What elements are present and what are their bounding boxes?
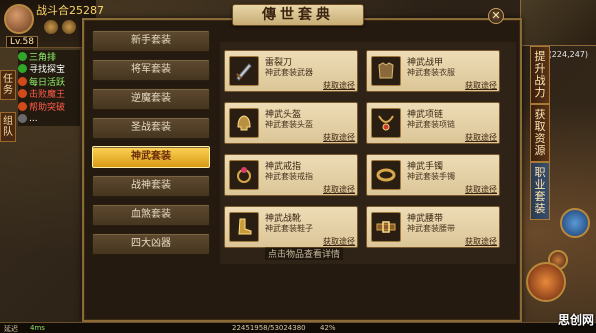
quest-status-icon xyxy=(18,101,27,111)
item-card[interactable]: 神武头盔 神武套装头盔 获取途径 xyxy=(224,102,358,144)
item-card[interactable]: 雷裂刀 神武套装武器 获取途径 xyxy=(224,50,358,92)
quest-item[interactable]: 帮助突破 xyxy=(18,100,80,113)
set-button[interactable]: 将军套装 xyxy=(92,59,210,81)
item-description: 神武套装鞋子 xyxy=(265,224,313,233)
quest-status-icon xyxy=(18,64,27,74)
quest-status-icon xyxy=(18,89,27,99)
item-grid: 雷裂刀 神武套装武器 获取途径 神武战甲 神武套装衣服 获取途径 神武头盔 神武套装头盔 获取途… xyxy=(220,42,516,264)
watermark-logo: 思创网 xyxy=(558,313,595,327)
acquire-link[interactable]: 获取途径 xyxy=(323,184,355,195)
quest-label: 每日活跃 xyxy=(29,77,66,88)
set-button[interactable]: 血煞套装 xyxy=(92,204,210,226)
quest-item[interactable]: 每日活跃 xyxy=(18,75,80,88)
quest-label: 寻找探宝 xyxy=(29,65,66,75)
quest-list: 三角排寻找探宝每日活跃击败魔王帮助突破... xyxy=(18,50,80,126)
player-name: 战斗合25287 xyxy=(36,4,104,17)
item-description: 神武套装头盔 xyxy=(265,120,313,129)
ping-value: 4ms xyxy=(30,324,45,332)
set-button[interactable]: 神武套装 xyxy=(92,146,210,168)
exp-text: 22451958/53024380 xyxy=(232,324,306,332)
quest-item[interactable]: 击败魔王 xyxy=(18,88,80,100)
quest-status-icon xyxy=(18,76,27,86)
item-card[interactable]: 神武手镯 神武套装手镯 获取途径 xyxy=(366,154,500,196)
item-description: 神武套装项链 xyxy=(407,120,455,129)
ping-label: 延迟 xyxy=(4,325,18,333)
right-tab[interactable]: 职业套装 xyxy=(530,162,550,220)
hint-text: 点击物品查看详情 xyxy=(265,247,344,260)
panel-title: 傳世套典 xyxy=(232,4,364,26)
minimap[interactable] xyxy=(520,0,596,46)
close-button[interactable]: ✕ xyxy=(488,8,504,24)
quest-label: 三角排 xyxy=(29,52,57,63)
bracelet-icon[interactable] xyxy=(371,160,401,190)
item-description: 神武套装戒指 xyxy=(265,172,313,181)
tab-team[interactable]: 组队 xyxy=(0,112,16,142)
item-card[interactable]: 神武项链 神武套装项链 获取途径 xyxy=(366,102,500,144)
necklace-icon[interactable] xyxy=(371,108,401,138)
item-description: 神武套装衣服 xyxy=(407,68,455,77)
set-button[interactable]: 逆魔套装 xyxy=(92,88,210,110)
sword-icon[interactable] xyxy=(229,56,259,86)
acquire-link[interactable]: 获取途径 xyxy=(465,184,497,195)
quest-item[interactable]: ... xyxy=(18,113,80,126)
acquire-link[interactable]: 获取途径 xyxy=(465,132,497,143)
item-card[interactable]: 神武战甲 神武套装衣服 获取途径 xyxy=(366,50,500,92)
player-avatar[interactable] xyxy=(4,4,34,34)
helmet-icon[interactable] xyxy=(229,108,259,138)
right-tab[interactable]: 获取资源 xyxy=(530,104,550,162)
vip-icon[interactable] xyxy=(62,20,76,34)
set-button[interactable]: 新手套装 xyxy=(92,30,210,52)
item-description: 神武套装手镯 xyxy=(407,172,455,181)
acquire-link[interactable]: 获取途径 xyxy=(465,236,497,247)
quest-item[interactable]: 寻找探宝 xyxy=(18,63,80,75)
right-tab[interactable]: 提升战力 xyxy=(530,46,550,104)
quest-label: 击败魔王 xyxy=(29,90,66,100)
quest-side-tabs: 任务 组队 xyxy=(0,50,16,142)
right-side-tabs: 提升战力 获取资源 职业套装 xyxy=(530,44,550,244)
set-button[interactable]: 战神套装 xyxy=(92,175,210,197)
set-button[interactable]: 四大凶器 xyxy=(92,233,210,255)
quest-status-icon xyxy=(18,114,27,124)
skill-button[interactable] xyxy=(560,208,590,238)
armor-icon[interactable] xyxy=(371,56,401,86)
ring-icon[interactable] xyxy=(229,160,259,190)
belt-icon[interactable] xyxy=(371,212,401,242)
quest-label: 帮助突破 xyxy=(29,102,66,113)
quest-label: ... xyxy=(29,113,38,124)
acquire-link[interactable]: 获取途径 xyxy=(323,132,355,143)
acquire-link[interactable]: 获取途径 xyxy=(323,80,355,91)
buff-icon[interactable] xyxy=(44,20,58,34)
boots-icon[interactable] xyxy=(229,212,259,242)
player-level: Lv.58 xyxy=(6,36,38,48)
tab-tasks[interactable]: 任务 xyxy=(0,70,16,100)
item-card[interactable]: 神武战靴 神武套装鞋子 获取途径 xyxy=(224,206,358,248)
quest-status-icon xyxy=(18,51,27,61)
item-card[interactable]: 神武腰带 神武套装腰带 获取途径 xyxy=(366,206,500,248)
set-category-list: 新手套装将军套装逆魔套装圣战套装神武套装战神套装血煞套装四大凶器 xyxy=(92,30,210,260)
item-description: 神武套装武器 xyxy=(265,68,313,77)
item-description: 神武套装腰带 xyxy=(407,224,455,233)
quest-item[interactable]: 三角排 xyxy=(18,50,80,63)
acquire-link[interactable]: 获取途径 xyxy=(323,236,355,247)
exp-percent: 42% xyxy=(320,324,336,332)
acquire-link[interactable]: 获取途径 xyxy=(465,80,497,91)
bottom-status-bar: 延迟 4ms 22451958/53024380 42% xyxy=(0,322,596,333)
attack-button[interactable] xyxy=(526,262,566,302)
item-card[interactable]: 神武戒指 神武套装戒指 获取途径 xyxy=(224,154,358,196)
set-button[interactable]: 圣战套装 xyxy=(92,117,210,139)
